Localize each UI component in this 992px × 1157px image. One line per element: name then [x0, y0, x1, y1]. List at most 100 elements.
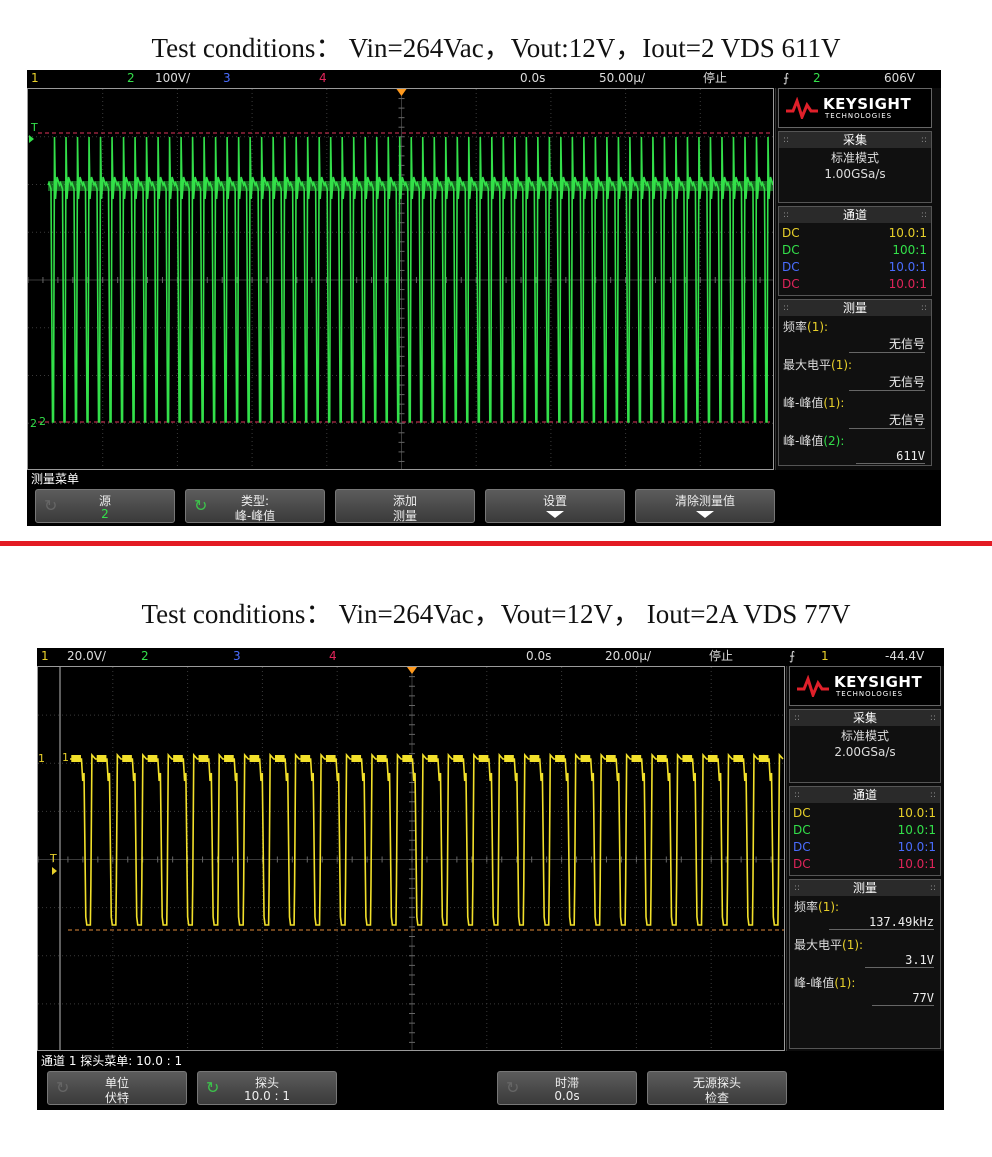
softkey-button[interactable]: ↻ 时滞 0.0s — [497, 1071, 637, 1105]
ch1-plateau-segment — [733, 755, 744, 762]
ch1-plateau-segment — [249, 755, 260, 762]
ch2-waveform-plateau-band — [48, 181, 773, 191]
trigger-source[interactable]: 2 — [813, 70, 821, 87]
ch4-label[interactable]: 4 — [319, 70, 327, 87]
acquisition-title: 采集 — [842, 133, 867, 147]
ch1-plateau-segment — [707, 755, 718, 762]
trigger-level-marker: T — [49, 852, 57, 865]
channel-row[interactable]: DC 100:1 — [779, 242, 931, 258]
ch1-waveform-trace — [70, 752, 784, 926]
ch1-label[interactable]: 1 — [31, 70, 39, 87]
channel-row[interactable]: DC 10.0:1 — [790, 805, 940, 821]
channel-row[interactable]: DC 10.0:1 — [779, 225, 931, 241]
softkey-label: 设置 — [542, 494, 567, 508]
measurement-value: 无信号 — [848, 411, 925, 429]
run-state[interactable]: 停止 — [709, 648, 733, 665]
channel-row[interactable]: DC 10.0:1 — [790, 856, 940, 872]
channel-coupling: DC — [793, 823, 811, 837]
ch1-scale[interactable]: 20.0V/ — [67, 648, 106, 665]
ch2-ground-label: 2 — [39, 415, 46, 428]
ch1-plateau-segment — [580, 755, 591, 762]
measurement-channel: (1): — [807, 320, 829, 334]
run-state[interactable]: 停止 — [703, 70, 727, 87]
ch1-plateau-segment — [376, 755, 387, 762]
scope1-softkeys: ↻ 源 2 ↻ 类型: 峰-峰值 添加 测量 设置 清除测量值 — [27, 489, 787, 525]
scope2-waveform-grid[interactable]: 1 1 T — [37, 666, 785, 1051]
channels-panel[interactable]: :: 通道:: DC 10.0:1 DC 10.0:1 DC 10.0:1 DC 10.0:1 — [789, 786, 941, 876]
channel-row[interactable]: DC 10.0:1 — [779, 276, 931, 292]
softkey-button[interactable]: 无源探头 检查 — [647, 1071, 787, 1105]
ch1-label[interactable]: 1 — [41, 648, 49, 665]
softkey-button[interactable]: ↻ 单位 伏特 — [47, 1071, 187, 1105]
channel-coupling: DC — [782, 226, 800, 240]
ch2-ground-marker: 2 — [30, 417, 37, 430]
measurement-value: 3.1V — [865, 953, 934, 968]
channel-row[interactable]: DC 10.0:1 — [779, 259, 931, 275]
ch1-plateau-segment — [300, 755, 311, 762]
measurement-value: 611V — [856, 449, 925, 464]
measurements-panel[interactable]: :: 测量:: 频率(1): 137.49kHz 最大电平(1): 3.1V 峰-峰值(1… — [789, 879, 941, 1049]
ch1-plateau-segment — [274, 755, 285, 762]
ch2-scale[interactable]: 100V/ — [155, 70, 190, 87]
channel-row[interactable]: DC 10.0:1 — [790, 839, 940, 855]
brand-sub: TECHNOLOGIES — [825, 112, 893, 120]
ch3-label[interactable]: 3 — [233, 648, 241, 665]
ch1-plateau-segment — [173, 755, 183, 762]
ch1-plateau-segment — [122, 755, 132, 762]
ch1-ground-marker: 1 — [38, 752, 45, 765]
acquisition-panel[interactable]: :: 采集:: 标准模式 1.00GSa/s — [778, 131, 932, 203]
softkey-value: 检查 — [704, 1091, 729, 1105]
scope1-caption: Test conditions： Vin=264Vac，Vout:12V，Iou… — [151, 33, 841, 63]
softkey-button[interactable]: ↻ 探头 10.0 : 1 — [197, 1071, 337, 1105]
scope1-waveform-grid[interactable]: T 22 — [27, 88, 774, 470]
channels-panel[interactable]: :: 通道:: DC 10.0:1 DC 100:1 DC 10.0:1 DC 10.0:1 — [778, 206, 932, 296]
measurement-label: 最大电平(1): — [794, 936, 863, 953]
softkey-button[interactable]: 清除测量值 — [635, 489, 775, 523]
softkey-button[interactable]: 设置 — [485, 489, 625, 523]
measurement-channel: (1): — [831, 358, 853, 372]
channel-row[interactable]: DC 10.0:1 — [790, 822, 940, 838]
channel-probe-ratio: 10.0:1 — [897, 823, 936, 837]
ch1-plateau-segment — [198, 755, 209, 762]
ch3-label[interactable]: 3 — [223, 70, 231, 87]
softkey-button[interactable]: ↻ 类型: 峰-峰值 — [185, 489, 325, 523]
scope1-screen: 1 2 100V/ 3 4 0.0s 50.00µ/ 停止 ⨍ 2 606V T… — [27, 70, 941, 526]
softkey-button[interactable]: ↻ 源 2 — [35, 489, 175, 523]
measurement-name: 最大电平 — [783, 358, 832, 372]
channel-probe-ratio: 10.0:1 — [888, 226, 927, 240]
trigger-level[interactable]: -44.4V — [885, 648, 924, 665]
trigger-position-marker — [396, 89, 407, 96]
trigger-level[interactable]: 606V — [884, 70, 915, 87]
ch4-label[interactable]: 4 — [329, 648, 337, 665]
keysight-wave-icon — [786, 97, 818, 119]
channel-probe-ratio: 10.0:1 — [897, 840, 936, 854]
time-scale[interactable]: 50.00µ/ — [599, 70, 645, 87]
scope2-waveform: 1 1 T — [38, 667, 784, 1050]
measurements-panel[interactable]: :: 测量:: 频率(1): 无信号 最大电平(1): 无信号 峰-峰值(1): 无信号 峰-… — [778, 299, 932, 466]
chevron-down-icon — [696, 511, 714, 518]
ch1-ground-label: 1 — [62, 751, 69, 764]
trigger-edge-icon: ⨍ — [783, 71, 790, 85]
brand-name: KEYSIGHT — [823, 95, 912, 113]
measurement-channel: (2): — [823, 434, 845, 448]
measurements-title: 测量 — [842, 301, 867, 315]
ch2-label[interactable]: 2 — [127, 70, 135, 87]
ch1-plateau-segment — [555, 755, 565, 762]
measurement-label: 频率(1): — [783, 318, 828, 335]
keysight-logo: KEYSIGHT TECHNOLOGIES — [789, 666, 941, 706]
ch2-label[interactable]: 2 — [141, 648, 149, 665]
time-scale[interactable]: 20.00µ/ — [605, 648, 651, 665]
time-delay[interactable]: 0.0s — [526, 648, 551, 665]
channels-title: 通道 — [842, 208, 867, 222]
measurement-value: 77V — [872, 991, 934, 1006]
measurement-label: 最大电平(1): — [783, 356, 852, 373]
measurement-label: 峰-峰值(1): — [794, 974, 855, 991]
trigger-source[interactable]: 1 — [821, 648, 829, 665]
acquisition-panel[interactable]: :: 采集:: 标准模式 2.00GSa/s — [789, 709, 941, 783]
scope2-softkeys: ↻ 单位 伏特 ↻ 探头 10.0 : 1 ↻ 时滞 0.0s 无源探头 检查 — [37, 1071, 797, 1109]
softkey-value: 测量 — [392, 509, 417, 523]
acquisition-mode: 标准模式 — [830, 151, 879, 165]
keysight-wave-icon — [797, 675, 829, 697]
time-delay[interactable]: 0.0s — [520, 70, 545, 87]
softkey-button[interactable]: 添加 测量 — [335, 489, 475, 523]
